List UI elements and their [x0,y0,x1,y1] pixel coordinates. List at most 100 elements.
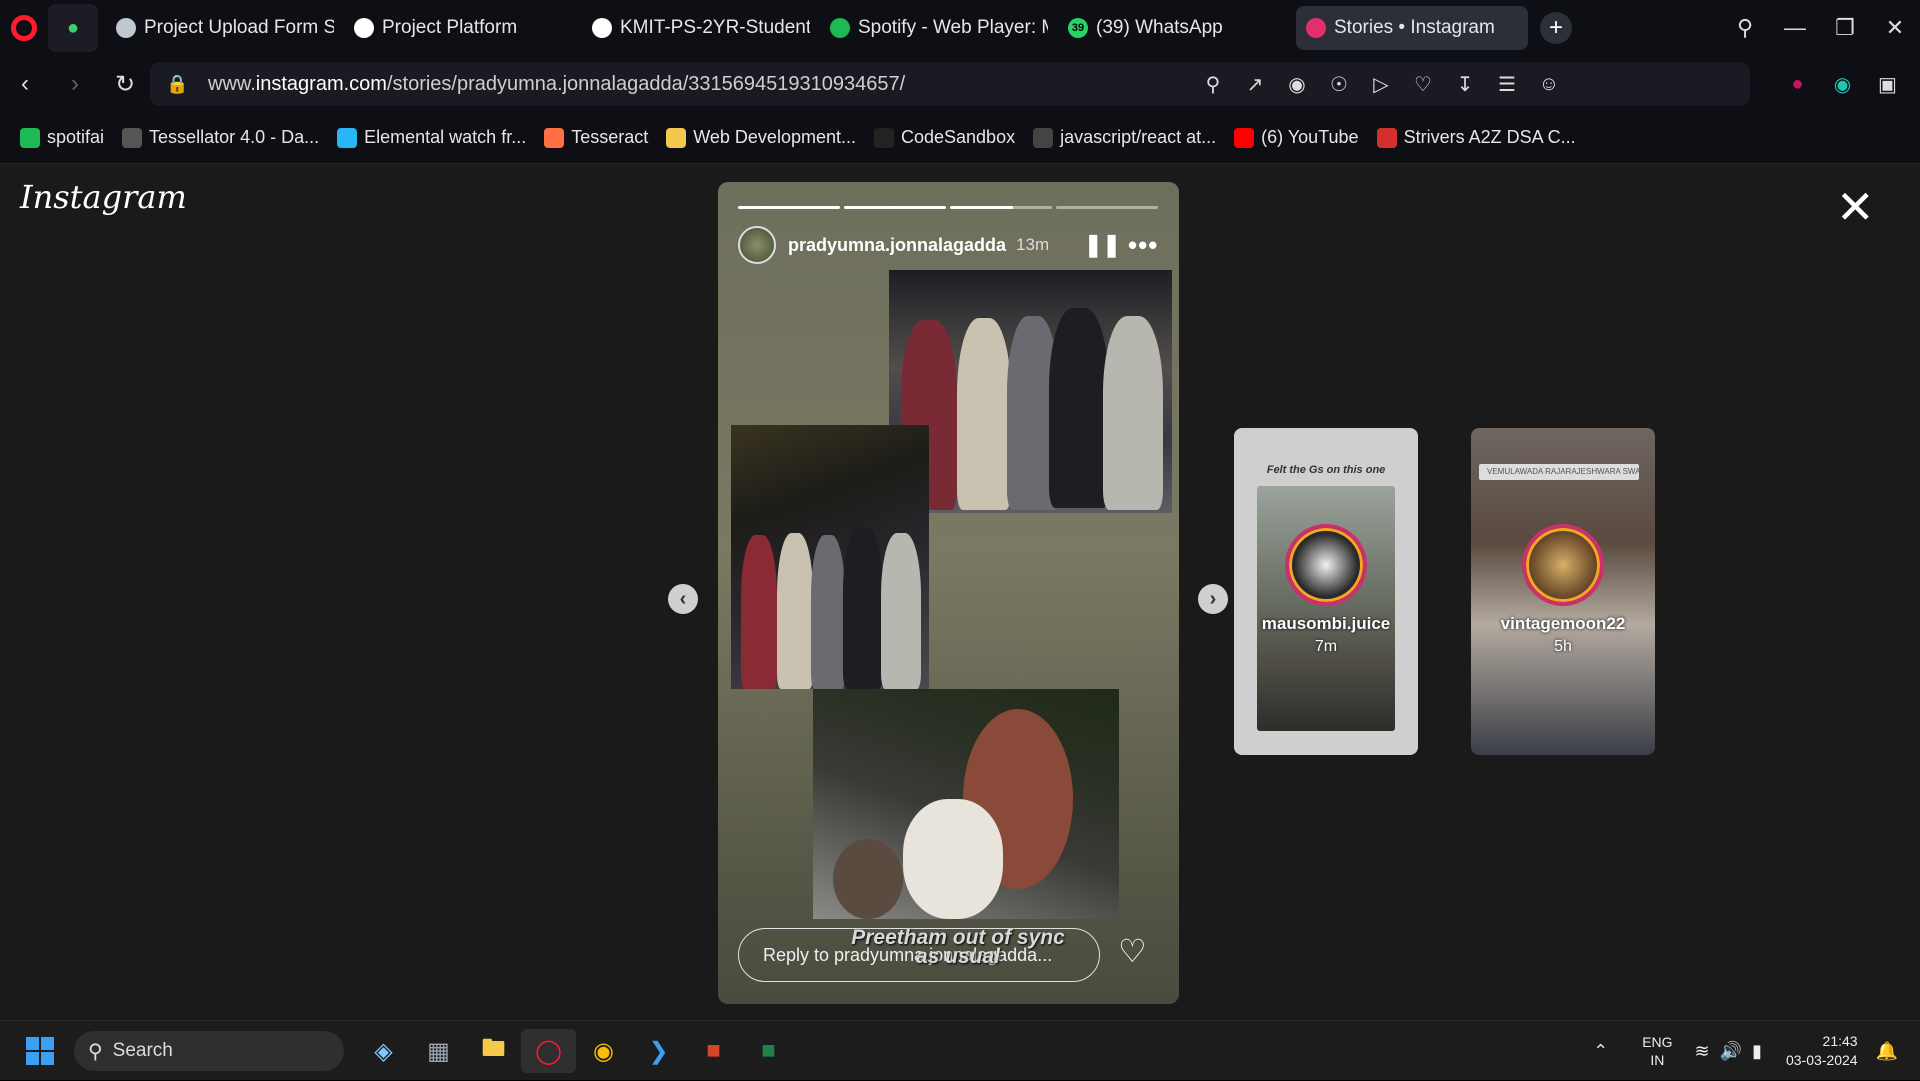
sidebar-toggle-icon[interactable]: ● [48,4,98,52]
story-viewer[interactable]: pradyumna.jonnalagadda 13m ❚❚ ••• Reply … [718,182,1179,1004]
new-tab-button[interactable]: + [1540,12,1572,44]
whatsapp-icon: 39 [1068,18,1088,38]
bookmark-item[interactable]: Tessellator 4.0 - Da... [122,127,319,148]
more-options-icon[interactable]: ••• [1128,230,1158,261]
extension-icons: ● ◉ ▣ [1775,62,1910,106]
github-icon [1033,127,1054,148]
browser-tab[interactable]: Project Upload Form Su [106,6,344,50]
zoom-icon[interactable]: ⚲ [1192,72,1234,97]
battery-icon[interactable]: ▮ [1752,1041,1762,1062]
tab-search-icon[interactable]: ⚲ [1720,15,1770,41]
avatar [1285,524,1367,606]
send-icon[interactable]: ▷ [1360,72,1402,97]
url-field[interactable]: 🔒 www.instagram.com/stories/pradyumna.jo… [150,62,1750,106]
spotify-icon [20,127,40,148]
system-tray: ⌃ ENG IN ≋ 🔊 ▮ 21:43 03-03-2024 🔔 [1593,1021,1920,1081]
instagram-stories-page: Instagram ✕ ‹ › pradyumna.jonnalagadda 1… [0,164,1920,1020]
excel-icon[interactable]: ■ [741,1029,796,1073]
reload-button[interactable]: ↻ [100,70,150,99]
preview-time: 5h [1554,638,1572,655]
next-story-icon[interactable]: › [1198,584,1228,614]
powerpoint-icon[interactable]: ■ [686,1029,741,1073]
clock[interactable]: 21:43 03-03-2024 [1786,1032,1858,1070]
opera-taskbar-icon[interactable]: ◯ [521,1029,576,1073]
spotify-icon [830,18,850,38]
story-header: pradyumna.jonnalagadda 13m ❚❚ ••• [738,224,1158,266]
story-preview-vintagemoon[interactable]: VEMULAWADA RAJARAJESHWARA SWA... vintage… [1471,428,1655,755]
progress-segment [950,206,1052,209]
opera-menu-icon[interactable] [0,0,48,56]
easy-setup-icon[interactable]: ☰ [1486,72,1528,97]
bookmark-item[interactable]: spotifai [20,127,104,148]
bookmark-label: Web Development... [693,127,856,147]
bookmark-label: javascript/react at... [1060,127,1217,147]
tab-label: KMIT-PS-2YR-Students [620,17,810,38]
bookmark-item[interactable]: javascript/react at... [1033,127,1216,148]
bookmark-item[interactable]: Web Development... [666,127,856,148]
profile-icon[interactable]: ☺ [1528,73,1570,96]
browser-tab[interactable]: KMIT-PS-2YR-Students [582,6,820,50]
calculator-icon[interactable]: ▦ [411,1029,466,1073]
windows-taskbar: ⚲ Search ◈ ▦ 🖿 ◯ ◉ ❯ ■ ■ ⌃ ENG IN ≋ 🔊 ▮ 2… [0,1020,1920,1080]
tab-label: Project Platform [382,17,518,38]
bookmark-label: (6) YouTube [1261,127,1359,147]
browser-tab[interactable]: Project Platform [344,6,582,50]
share-icon[interactable]: ↗ [1234,72,1276,97]
preview-location-banner: VEMULAWADA RAJARAJESHWARA SWA... [1479,464,1639,480]
story-preview-mausombi[interactable]: Felt the Gs on this one mausombi.juice 7… [1234,428,1418,755]
progress-segment [738,206,840,209]
volume-icon[interactable]: 🔊 [1720,1041,1742,1062]
address-bar-row: ‹ › ↻ 🔒 www.instagram.com/stories/pradyu… [0,56,1920,112]
wifi-icon[interactable]: ≋ [1695,1041,1710,1062]
preview-image [1257,486,1395,731]
copilot-icon[interactable]: ◈ [356,1029,411,1073]
taskbar-apps: ◈ ▦ 🖿 ◯ ◉ ❯ ■ ■ [356,1029,796,1073]
browser-tab[interactable]: Stories • Instagram [1296,6,1528,50]
vscode-icon[interactable]: ❯ [631,1029,686,1073]
taskbar-search[interactable]: ⚲ Search [74,1031,344,1071]
bookmark-item[interactable]: CodeSandbox [873,127,1015,148]
story-caption: Preetham out of sync as usual [851,926,1065,968]
bookmark-item[interactable]: Tesseract [544,127,648,148]
browser-tab[interactable]: 39 (39) WhatsApp [1058,6,1296,50]
download-icon[interactable]: ↧ [1444,72,1486,97]
tesseract-icon [544,127,565,148]
preview-title: Felt the Gs on this one [1266,464,1386,476]
pause-icon[interactable]: ❚❚ [1084,232,1121,258]
browser-tab[interactable]: Spotify - Web Player: M [820,6,1058,50]
chevron-up-icon[interactable]: ⌃ [1593,1041,1608,1062]
file-explorer-icon[interactable]: 🖿 [466,1029,521,1073]
extensions-cube-icon[interactable]: ▣ [1865,72,1910,97]
tabs-strip: Project Upload Form Su Project Platform KM… [106,6,1528,50]
snapshot-icon[interactable]: ◉ [1276,72,1318,97]
story-username[interactable]: pradyumna.jonnalagadda [788,235,1006,256]
close-window-button[interactable]: ✕ [1870,15,1920,41]
maximize-button[interactable]: ❐ [1820,15,1870,41]
bookmarks-bar: spotifai Tessellator 4.0 - Da... Elemental… [0,112,1920,164]
back-button[interactable]: ‹ [0,70,50,98]
vpn-shield-icon[interactable]: ☉ [1318,72,1360,97]
lock-icon: 🔒 [166,73,189,94]
extension-a-icon[interactable]: ◉ [1820,72,1865,97]
elemental-icon [337,127,358,148]
instagram-logo[interactable]: Instagram [20,178,187,216]
bookmark-label: Elemental watch fr... [364,127,527,147]
language-indicator[interactable]: ENG IN [1642,1033,1672,1069]
windows-start-icon[interactable] [26,1037,54,1065]
minimize-button[interactable]: — [1770,15,1820,41]
forward-button[interactable]: › [50,70,100,98]
chrome-icon[interactable]: ◉ [576,1029,631,1073]
previous-story-icon[interactable]: ‹ [668,584,698,614]
bookmark-item[interactable]: Elemental watch fr... [337,127,526,148]
avatar[interactable] [738,226,776,264]
extension-sr-icon[interactable]: ● [1775,73,1820,96]
page-scrollbar[interactable] [1904,164,1920,1020]
close-stories-icon[interactable]: ✕ [1836,184,1875,230]
bookmark-heart-icon[interactable]: ♡ [1402,72,1444,97]
story-photo-selfie [813,689,1119,919]
bookmark-item[interactable]: Strivers A2Z DSA C... [1376,127,1576,148]
clock-time: 21:43 [1822,1033,1858,1049]
notification-bell-icon[interactable]: 🔔 [1876,1041,1898,1062]
bookmark-item[interactable]: (6) YouTube [1234,127,1359,148]
like-heart-icon[interactable]: ♡ [1118,932,1147,970]
